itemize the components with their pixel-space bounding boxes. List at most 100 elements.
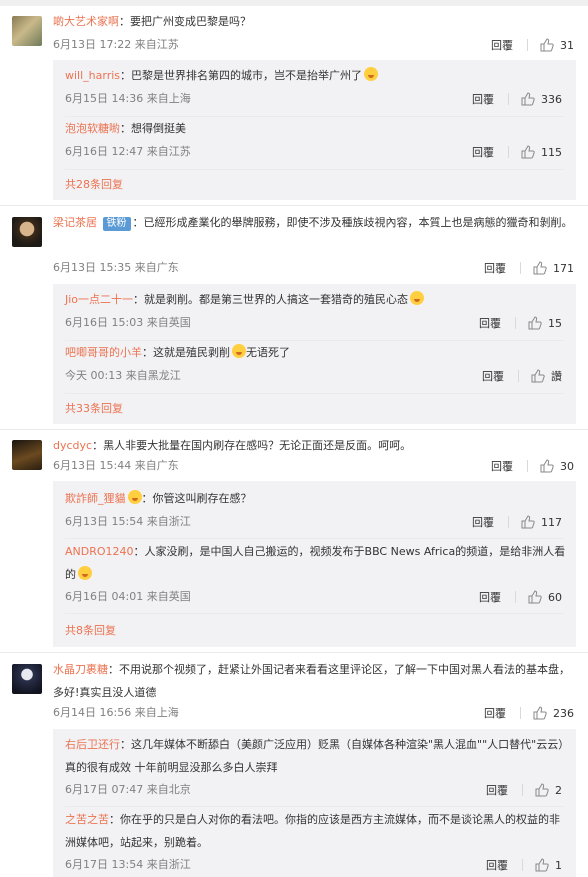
avatar-dark-icon[interactable] (12, 440, 42, 470)
reply-button[interactable]: 回覆 (486, 857, 508, 873)
reply-meta: 6月16日 12:47 来自江苏 (65, 145, 191, 158)
comment-meta: 6月13日 15:35 来自广东 (53, 261, 179, 274)
like-button[interactable]: 15 (528, 316, 562, 330)
reply-button[interactable]: 回覆 (491, 458, 513, 474)
reply-actions: 回覆 60 (479, 589, 562, 605)
thumbs-up-icon (528, 590, 542, 604)
reply-meta: 今天 00:13 来自黑龙江 (65, 369, 181, 382)
comment-username[interactable]: 啲大艺术家啊 (53, 15, 119, 28)
reply-username[interactable]: 之苦之苦 (65, 813, 109, 826)
comment-username[interactable]: 梁记茶居 (53, 216, 97, 229)
comment-actions: 回覆 236 (484, 705, 574, 721)
heart-eyes-emoji-icon (127, 490, 142, 504)
reply-button[interactable]: 回覆 (472, 144, 494, 160)
reply-username[interactable]: will_harris (65, 69, 120, 82)
thumbs-up-icon (535, 858, 549, 872)
action-divider (508, 516, 509, 528)
action-divider (527, 460, 528, 472)
fan-badge: 铁粉 (102, 217, 131, 231)
reply-text: ：就是剥削。都是第三世界的人搞这一套猎奇的殖民心态 (133, 293, 409, 306)
reply-button[interactable]: 回覆 (472, 91, 494, 107)
comment-feed: 啲大艺术家啊：要把广州变成巴黎是吗？ 6月13日 17:22 来自江苏 回覆 3… (0, 0, 588, 877)
top-edge (0, 0, 588, 6)
reply-divider (65, 806, 564, 807)
like-button[interactable]: 336 (521, 92, 562, 106)
comment-divider (0, 652, 588, 653)
like-count: 60 (548, 590, 562, 604)
like-count: 讚 (551, 370, 562, 383)
thumbs-up-icon (521, 515, 535, 529)
comment-username[interactable]: 水晶刀裹糖 (53, 663, 108, 676)
action-divider (518, 370, 519, 382)
reply-button[interactable]: 回覆 (479, 315, 501, 331)
more-replies-link[interactable]: 共33条回复 (65, 401, 123, 417)
more-replies-link[interactable]: 共8条回复 (65, 623, 116, 639)
reply-box: 右后卫还行：这几年媒体不断舔白（美颜广泛应用）贬黑（自媒体各种渲染"黑人混血""… (53, 729, 576, 877)
like-button[interactable]: 115 (521, 145, 562, 159)
reply-username[interactable]: 泡泡软糖喲 (65, 122, 120, 135)
reply-actions: 回覆 336 (472, 91, 562, 107)
reply-text: ：你管这叫刷存在感？ (141, 492, 252, 505)
comment-item: 水晶刀裹糖：不用说那个视频了，赶紧让外国记者来看看这里评论区，了解一下中国对黑人… (0, 658, 588, 877)
thumbs-up-icon (533, 706, 547, 720)
comment-divider (0, 429, 588, 430)
reply-username[interactable]: ANDRO1240 (65, 545, 134, 558)
like-button[interactable]: 30 (540, 459, 574, 473)
like-button[interactable]: 31 (540, 38, 574, 52)
reply-text: ：巴黎是世界排名第四的城市，岂不是抬举广州了 (120, 69, 363, 82)
reply-text: ：你在乎的只是白人对你的看法吧。你指的应该是西方主流媒体，而不是谈论黑人的权益的… (65, 813, 560, 849)
comment-text: ：不用说那个视频了，赶紧让外国记者来看看这里评论区，了解一下中国对黑人看法的基本… (53, 663, 570, 699)
thumbs-up-icon (540, 459, 554, 473)
like-button[interactable]: 117 (521, 515, 562, 529)
like-button[interactable]: 2 (535, 783, 562, 797)
reply-button[interactable]: 回覆 (482, 368, 504, 384)
reply-username[interactable]: 欺詐師_狸貓 (65, 492, 126, 505)
comment-actions: 回覆 31 (491, 37, 574, 53)
reply-button[interactable]: 回覆 (484, 260, 506, 276)
reply-button[interactable]: 回覆 (484, 705, 506, 721)
comment-username[interactable]: dycdyc (53, 439, 92, 452)
avatar-landscape-icon[interactable] (12, 16, 42, 46)
reply-button[interactable]: 回覆 (486, 782, 508, 798)
like-count: 171 (553, 261, 574, 275)
more-replies-link[interactable]: 共28条回复 (65, 177, 123, 193)
thumbs-up-icon (533, 261, 547, 275)
reply-divider (65, 613, 564, 614)
reply-text: ：这就是殖民剥削 (142, 346, 230, 359)
like-button[interactable]: 讚 (531, 368, 562, 384)
like-button[interactable]: 171 (533, 261, 574, 275)
reply-actions: 回覆 2 (486, 782, 562, 798)
avatar-anime-icon[interactable] (12, 664, 42, 694)
comment-text: ：黑人非要大批量在国内刷存在感吗？无论正面还是反面。呵呵。 (92, 439, 412, 452)
like-count: 30 (560, 459, 574, 473)
reply-actions: 回覆 15 (479, 315, 562, 331)
reply-username[interactable]: 吧唧哥哥的小羊 (65, 346, 142, 359)
like-count: 117 (541, 515, 562, 529)
avatar-portrait-icon[interactable] (12, 217, 42, 247)
action-divider (522, 859, 523, 871)
reply-box: Jio一点二十一：就是剥削。都是第三世界的人搞这一套猎奇的殖民心态 6月16日 … (53, 284, 576, 424)
comment-meta: 6月13日 15:44 来自广东 (53, 459, 179, 472)
like-count: 31 (560, 38, 574, 52)
like-button[interactable]: 236 (533, 706, 574, 720)
comment-text: ：已經形成產業化的舉牌服務，即使不涉及種族歧視內容，本質上也是病態的獵奇和剝削。 (132, 216, 573, 229)
like-button[interactable]: 60 (528, 590, 562, 604)
like-count: 115 (541, 145, 562, 159)
reply-text-after: 无语死了 (246, 346, 290, 359)
action-divider (508, 93, 509, 105)
comment-divider (0, 205, 588, 206)
reply-button[interactable]: 回覆 (479, 589, 501, 605)
reply-username[interactable]: Jio一点二十一 (65, 293, 133, 306)
like-count: 2 (555, 783, 562, 797)
reply-button[interactable]: 回覆 (491, 37, 513, 53)
action-divider (522, 784, 523, 796)
action-divider (508, 146, 509, 158)
thumbs-up-icon (521, 92, 535, 106)
reply-actions: 回覆 117 (472, 514, 562, 530)
reply-button[interactable]: 回覆 (472, 514, 494, 530)
like-button[interactable]: 1 (535, 858, 562, 872)
thumbs-up-icon (528, 316, 542, 330)
reply-username[interactable]: 右后卫还行 (65, 738, 120, 751)
reply-divider (65, 393, 564, 394)
reply-box: will_harris：巴黎是世界排名第四的城市，岂不是抬举广州了 6月15日 … (53, 60, 576, 200)
